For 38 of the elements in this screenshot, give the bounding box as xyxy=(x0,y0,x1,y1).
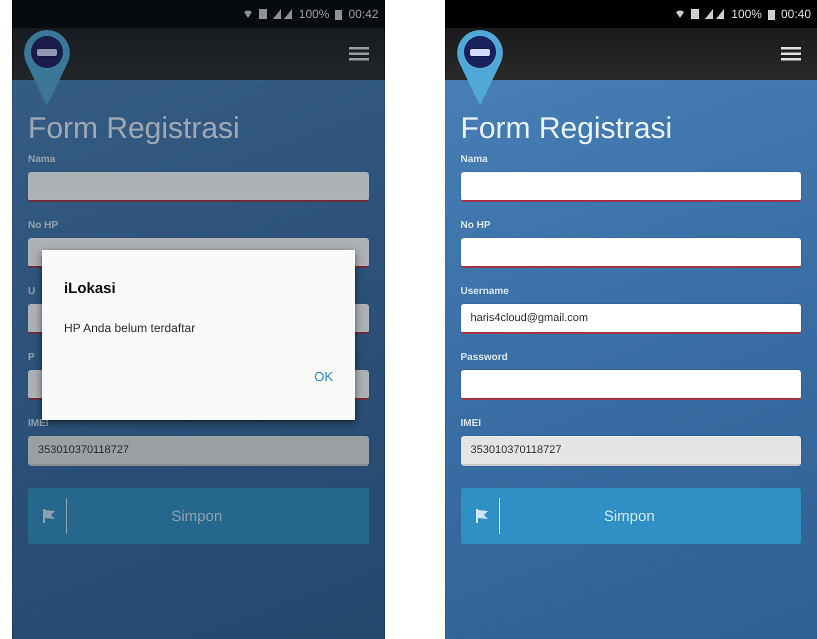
field-label: IMEI xyxy=(460,418,482,429)
input-field[interactable] xyxy=(460,370,801,400)
input-field[interactable] xyxy=(28,172,368,202)
menu-icon[interactable] xyxy=(348,47,368,61)
field-label: No HP xyxy=(28,220,58,231)
clock: 00:40 xyxy=(780,7,811,21)
signal-icon xyxy=(272,9,293,19)
flag-icon xyxy=(42,509,56,523)
field-label: Nama xyxy=(28,154,56,165)
dialog-message: HP Anda belum terdaftar xyxy=(64,321,196,335)
field-label: Password xyxy=(460,352,508,363)
sim-icon xyxy=(691,9,700,19)
field-label: No HP xyxy=(460,220,490,231)
battery-percent: 100% xyxy=(731,7,762,21)
field-label: P xyxy=(28,352,35,363)
battery-icon xyxy=(335,8,342,20)
field-label: U xyxy=(28,286,36,297)
sim-icon xyxy=(258,9,267,19)
battery-percent: 100% xyxy=(298,7,330,21)
wifi-icon xyxy=(242,9,253,19)
input-field[interactable] xyxy=(460,238,801,268)
form-title: Form Registrasi xyxy=(28,112,241,146)
map-pin-logo-icon xyxy=(24,30,70,106)
form-title: Form Registrasi xyxy=(460,112,674,146)
map-pin-logo-icon xyxy=(456,30,502,106)
input-field[interactable] xyxy=(460,172,801,202)
wifi-icon xyxy=(675,9,686,19)
flag-icon xyxy=(474,509,488,523)
signal-icon xyxy=(705,9,726,19)
save-button[interactable]: Simpon xyxy=(460,488,801,544)
input-field[interactable]: haris4cloud@gmail.com xyxy=(460,304,801,334)
ok-button[interactable]: OK xyxy=(310,367,337,386)
dialog-title: iLokasi xyxy=(64,280,116,297)
battery-icon xyxy=(768,8,775,20)
clock: 00:42 xyxy=(348,7,378,21)
field-label: Username xyxy=(460,286,509,297)
menu-icon[interactable] xyxy=(781,47,801,61)
field-label: Nama xyxy=(460,154,488,165)
